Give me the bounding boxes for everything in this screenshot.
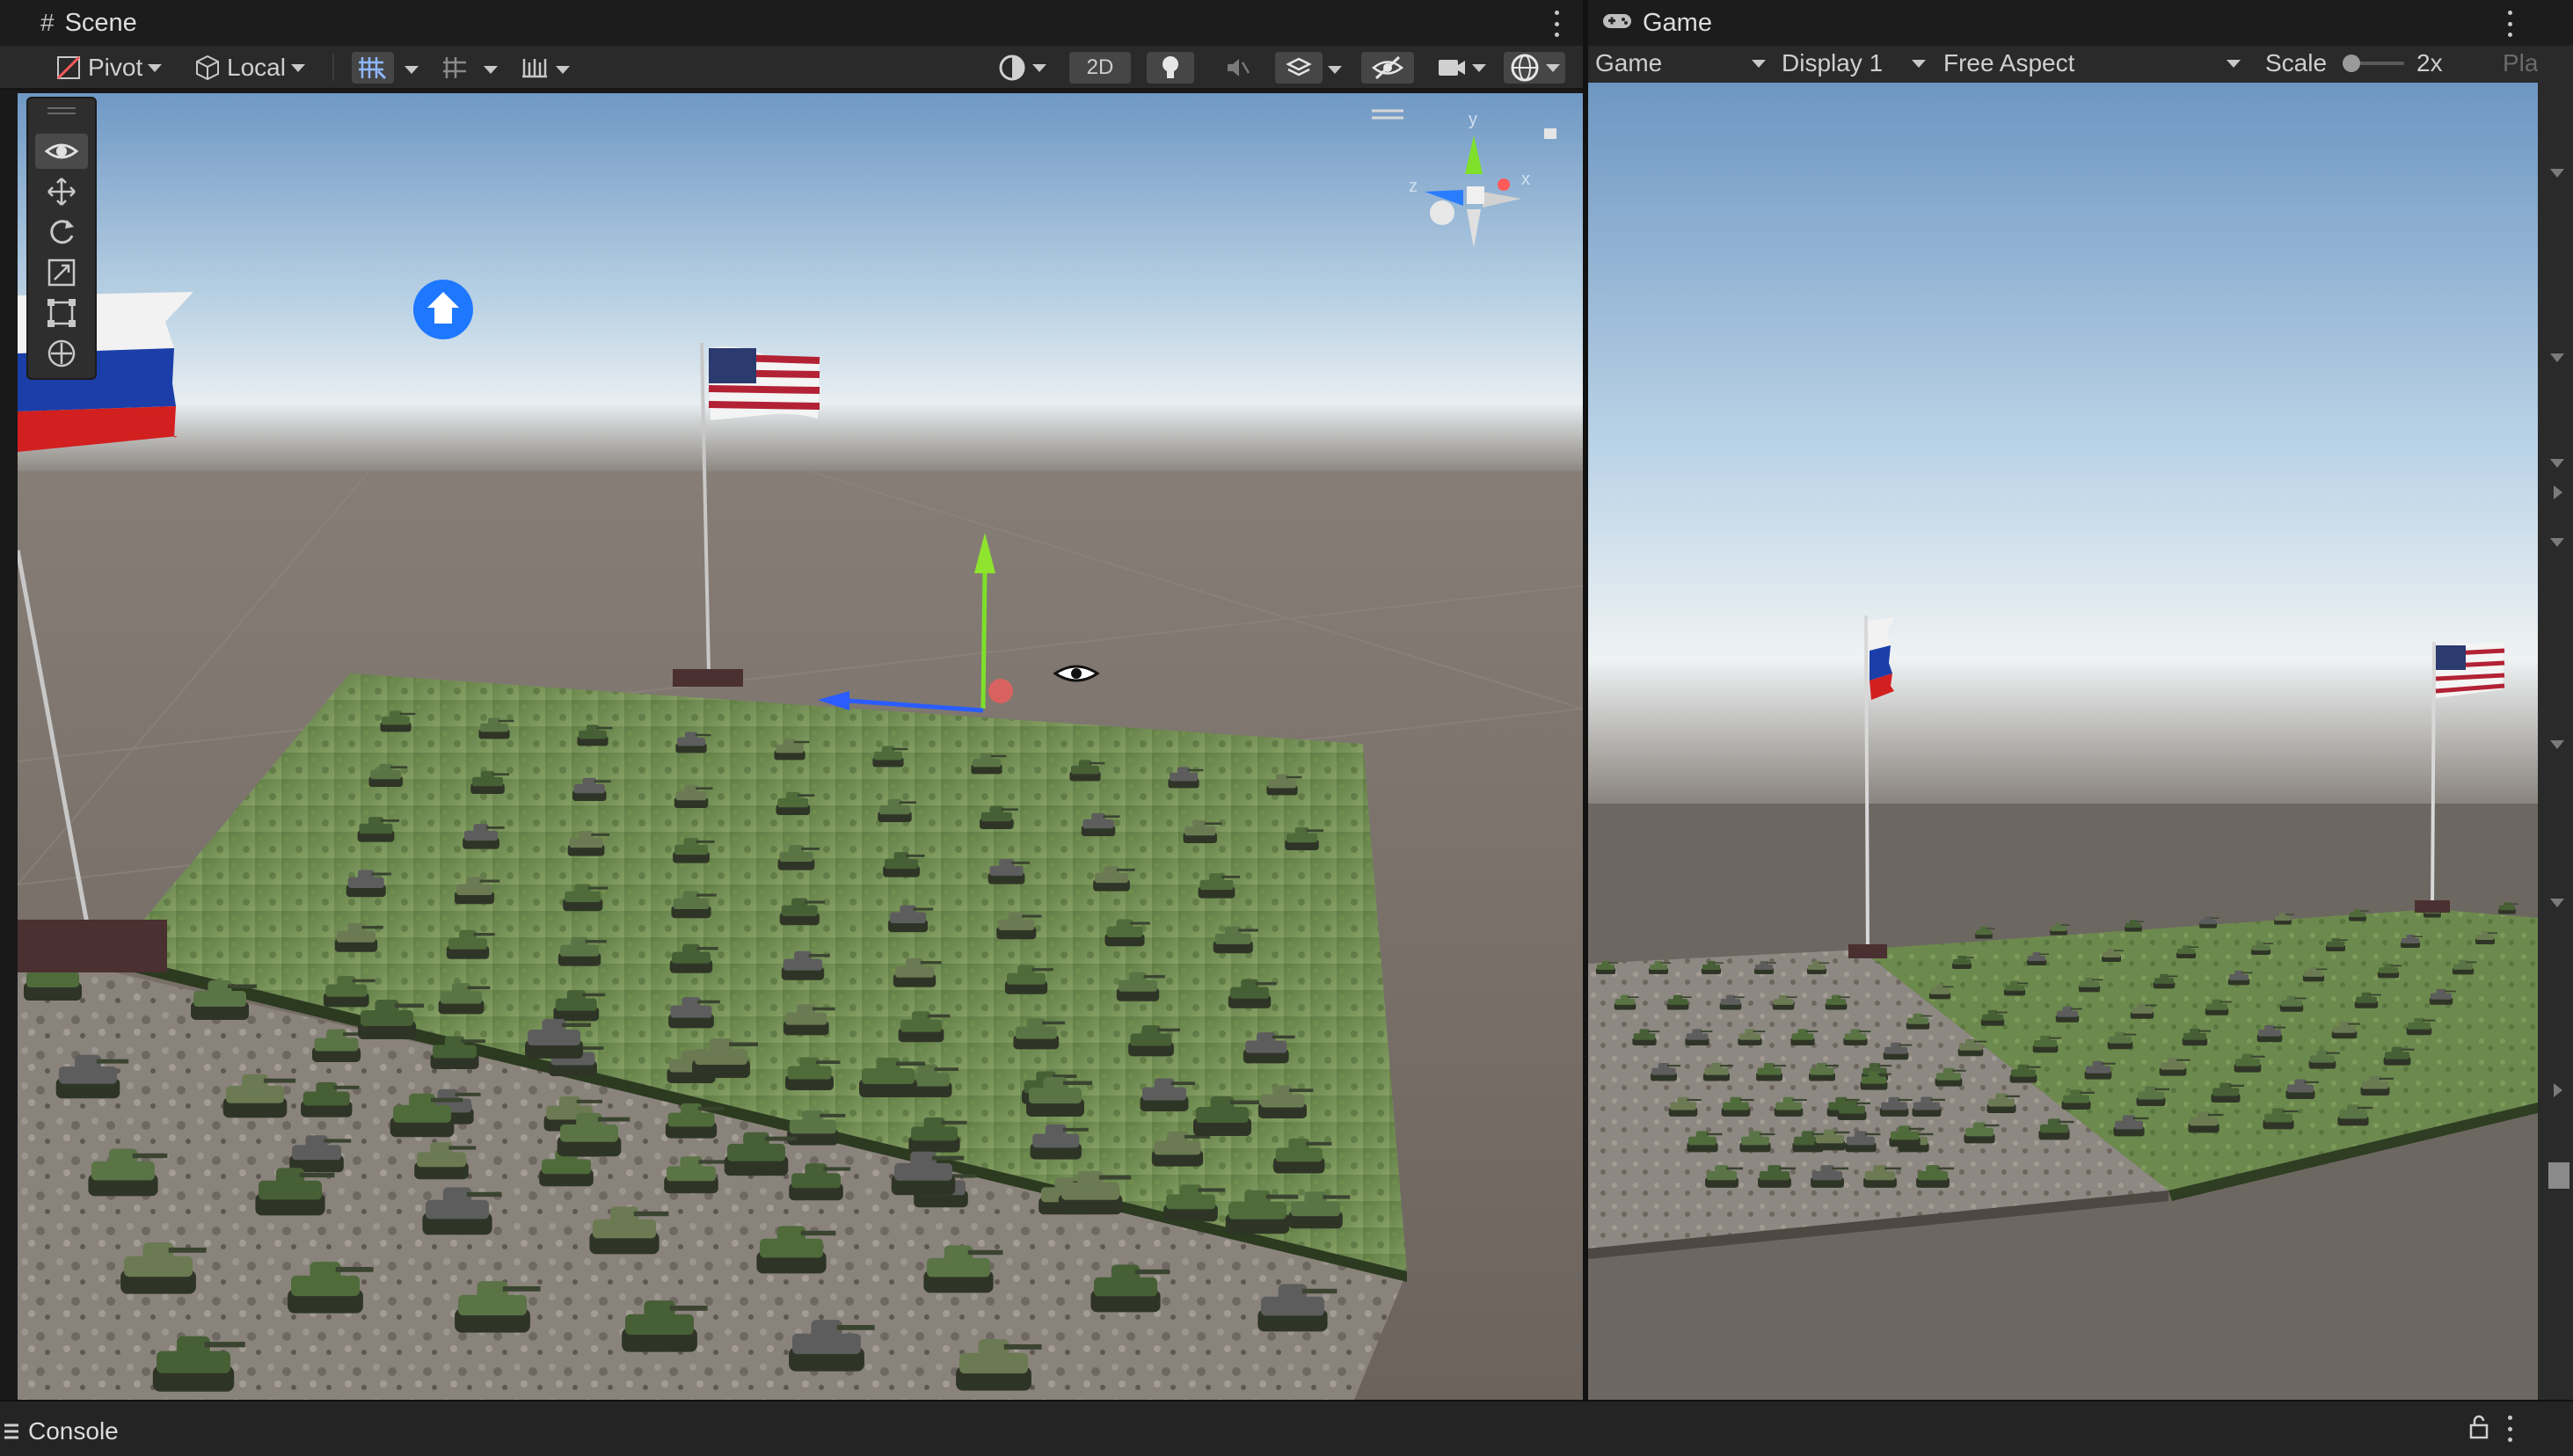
- chevron-down-icon: [1752, 59, 1766, 68]
- snap-increment-icon: [522, 59, 547, 78]
- grid-visibility-button[interactable]: [434, 52, 475, 84]
- hash-icon: #: [40, 9, 55, 36]
- game-view-label: Game: [1595, 49, 1663, 76]
- grid-snap-icon: [359, 57, 387, 80]
- console-tab[interactable]: Console: [4, 1417, 119, 1445]
- chevron-down-icon: [1912, 59, 1926, 68]
- toggle-2d-button[interactable]: 2D: [1069, 52, 1131, 84]
- us-flag: [708, 346, 820, 420]
- chevron-down-icon: [1546, 63, 1560, 72]
- game-viewport[interactable]: [1588, 83, 2538, 1400]
- chevron-down-icon: [2227, 59, 2241, 68]
- scene-viewport[interactable]: y x z: [18, 93, 1583, 1400]
- game-menu-kebab-icon[interactable]: [2506, 11, 2513, 37]
- chevron-down-icon[interactable]: [484, 66, 498, 74]
- display-dropdown[interactable]: Display 1: [1776, 47, 1931, 79]
- console-panel-tab[interactable]: Console: [0, 1400, 2573, 1456]
- chevron-down-icon: [1472, 63, 1486, 72]
- console-tab-label: Console: [28, 1417, 119, 1445]
- chevron-down-icon[interactable]: [1328, 66, 1342, 74]
- lighting-toggle-button[interactable]: [1147, 52, 1194, 84]
- gamepad-icon: [1602, 9, 1632, 38]
- gizmos-dropdown[interactable]: [1504, 52, 1565, 84]
- effects-toggle-button[interactable]: [1275, 52, 1323, 84]
- game-us-flag: [2435, 642, 2505, 698]
- eye-icon: [44, 143, 79, 159]
- audio-toggle-button[interactable]: [1215, 52, 1259, 84]
- lightbulb-icon: [1163, 56, 1178, 78]
- scale-label-text: Scale: [2265, 49, 2328, 76]
- palette-drag-handle-icon[interactable]: [47, 107, 76, 109]
- grid-snap-button[interactable]: [352, 52, 394, 84]
- game-tab-label: Game: [1643, 8, 1712, 37]
- chevron-down-icon: [148, 63, 163, 72]
- transform-icon: [47, 339, 76, 368]
- chevron-down-icon[interactable]: [556, 66, 570, 74]
- globe-gizmo-icon: [1511, 54, 1539, 82]
- pivot-icon: [56, 55, 81, 80]
- scene-tab-label: Scene: [64, 8, 137, 37]
- display-label: Display 1: [1782, 49, 1884, 76]
- scale-value: 2x: [2411, 47, 2448, 79]
- local-label: Local: [227, 54, 286, 81]
- draw-mode-dropdown[interactable]: [992, 52, 1052, 84]
- camera-icon: [1439, 60, 1465, 76]
- play-focused-dropdown[interactable]: Pla: [2497, 47, 2543, 79]
- pivot-dropdown[interactable]: Pivot: [49, 52, 167, 84]
- increment-snap-button[interactable]: [514, 52, 556, 84]
- play-focused-label: Pla: [2503, 49, 2539, 76]
- chevron-down-icon: [290, 63, 305, 72]
- gizmo-y-label: y: [1469, 110, 1477, 129]
- tool-palette: [26, 97, 97, 380]
- grid-icon: [443, 57, 466, 78]
- hidden-objects-toggle-button[interactable]: [1361, 52, 1414, 84]
- move-arrows-icon: [47, 178, 76, 206]
- local-dropdown[interactable]: Local: [188, 52, 310, 84]
- rotate-tool-button[interactable]: [35, 215, 88, 250]
- shaded-sphere-icon: [999, 55, 1025, 81]
- dock-collapse-arrows[interactable]: [2538, 46, 2573, 1400]
- scale-slider-thumb[interactable]: [2343, 55, 2360, 72]
- camera-settings-dropdown[interactable]: [1432, 52, 1491, 84]
- chevron-down-icon[interactable]: [405, 66, 419, 74]
- scale-label: Scale: [2260, 47, 2332, 79]
- effects-layers-icon: [1286, 57, 1312, 76]
- scene-render: y x z: [18, 93, 1583, 1400]
- console-menu-kebab-icon[interactable]: [2506, 1416, 2513, 1442]
- view-tool-button[interactable]: [35, 134, 88, 169]
- speaker-muted-icon: [1228, 59, 1250, 76]
- rect-tool-button[interactable]: [35, 295, 88, 331]
- cube-icon: [196, 55, 219, 81]
- toggle-2d-label: 2D: [1086, 55, 1114, 79]
- right-dock-strip: [2538, 46, 2573, 1400]
- console-list-icon: [4, 1423, 18, 1439]
- scene-camera-home-icon[interactable]: [413, 280, 473, 339]
- scale-tool-button[interactable]: [35, 255, 88, 290]
- rect-transform-icon: [47, 299, 76, 327]
- chevron-down-icon: [1032, 63, 1046, 72]
- scale-value-text: 2x: [2416, 49, 2443, 76]
- eye-slash-icon: [1372, 55, 1403, 80]
- lock-icon[interactable]: [1544, 128, 1556, 139]
- gizmo-x-label: x: [1521, 170, 1530, 189]
- rotate-icon: [50, 220, 74, 244]
- aspect-label: Free Aspect: [1943, 49, 2075, 76]
- lock-icon[interactable]: [2467, 1414, 2490, 1440]
- transform-tool-button[interactable]: [35, 336, 88, 371]
- scale-icon: [47, 258, 76, 287]
- view-tool-cursor-icon: [1053, 665, 1100, 682]
- tab-scene[interactable]: # Scene: [26, 0, 1583, 46]
- gizmo-z-label: z: [1409, 177, 1418, 196]
- aspect-dropdown[interactable]: Free Aspect: [1938, 47, 2246, 79]
- scene-menu-kebab-icon[interactable]: [1553, 11, 1560, 37]
- game-render: [1588, 83, 2538, 1400]
- pivot-label: Pivot: [88, 54, 143, 81]
- toolbar-separator: [332, 55, 334, 81]
- move-tool-button[interactable]: [35, 174, 88, 209]
- tab-game[interactable]: Game: [1588, 0, 1852, 46]
- game-view-dropdown[interactable]: Game: [1590, 47, 1771, 79]
